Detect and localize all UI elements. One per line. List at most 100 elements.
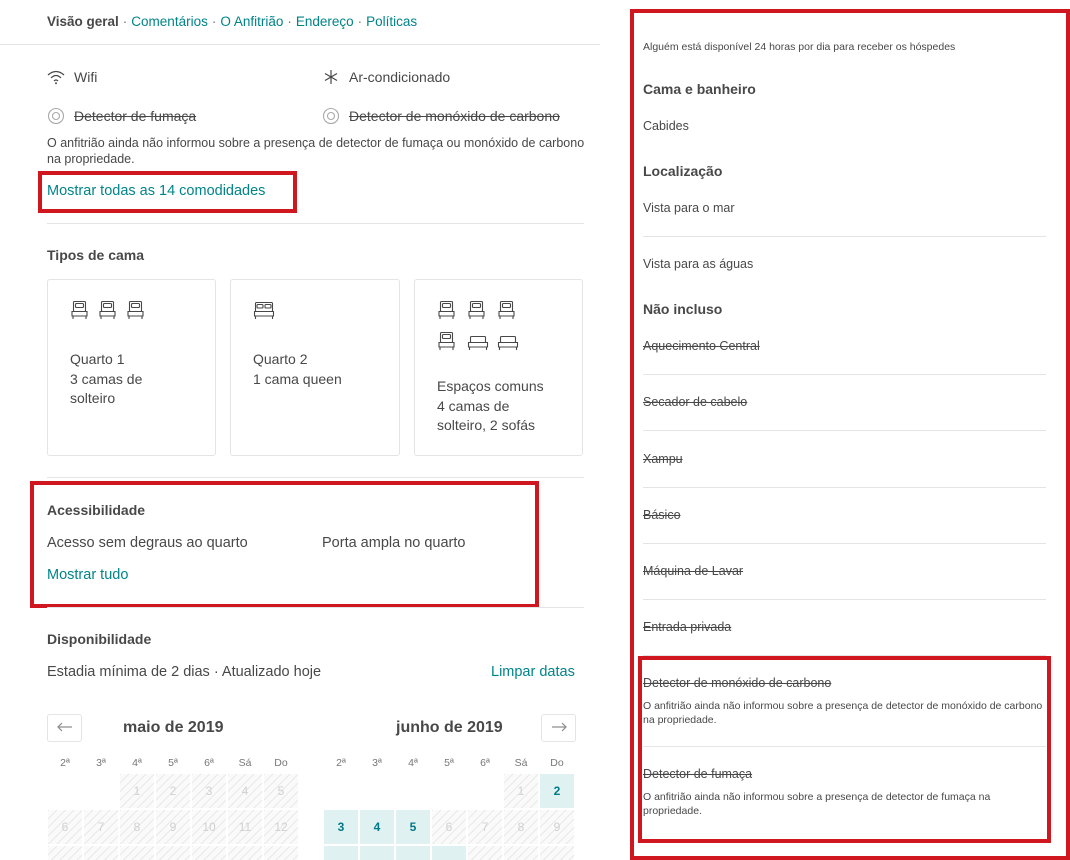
weekday-label: Sá bbox=[514, 757, 528, 769]
calendar-day-unavailable: 8 bbox=[120, 810, 154, 844]
divider bbox=[47, 223, 584, 224]
calendar-day-unavailable: 7 bbox=[84, 810, 118, 844]
calendar-day-available[interactable] bbox=[360, 846, 394, 860]
divider bbox=[47, 477, 584, 478]
bed-room-desc: 3 camas de solteiro bbox=[70, 371, 143, 406]
availability-subtitle: Estadia mínima de 2 dias · Atualizado ho… bbox=[47, 664, 322, 680]
listing-details-panel: Visão geral · Comentários · O Anfitrião · Ende… bbox=[0, 0, 600, 860]
calendar-day-unavailable: 8 bbox=[504, 810, 538, 844]
sofa-icon bbox=[497, 331, 519, 356]
single-bed-icon bbox=[497, 300, 519, 325]
arrow-right-icon bbox=[551, 719, 567, 737]
nav-separator: · bbox=[287, 14, 292, 29]
calendar-day-unavailable bbox=[156, 846, 190, 860]
single-bed-icon bbox=[126, 300, 145, 325]
smoke-detector-icon bbox=[47, 107, 65, 125]
bed-icons bbox=[437, 300, 519, 356]
prev-month-button[interactable] bbox=[47, 714, 82, 742]
weekday-label: 4ª bbox=[132, 757, 142, 769]
weekday-label: Do bbox=[550, 757, 564, 769]
bed-room-desc: 4 camas de solteiro, 2 sofás bbox=[437, 398, 536, 433]
weekday-label: 3ª bbox=[96, 757, 106, 769]
calendar-day-unavailable: 6 bbox=[432, 810, 466, 844]
bed-icons bbox=[70, 300, 145, 325]
month-title: junho de 2019 bbox=[396, 719, 503, 736]
month-title: maio de 2019 bbox=[123, 719, 224, 736]
calendar-day-unavailable bbox=[228, 846, 262, 860]
single-bed-icon bbox=[437, 331, 459, 356]
bed-room-name: Quarto 1 bbox=[70, 351, 125, 367]
calendar-day-unavailable: 11 bbox=[228, 810, 262, 844]
calendar-day-available[interactable] bbox=[432, 846, 466, 860]
bed-room-name: Espaços comuns bbox=[437, 378, 544, 394]
weekday-label: 6ª bbox=[204, 757, 214, 769]
highlight-box bbox=[38, 171, 297, 213]
nav-separator: · bbox=[211, 14, 217, 29]
amenity-wifi: Wifi bbox=[47, 68, 97, 86]
bed-types-title: Tipos de cama bbox=[47, 247, 145, 263]
bed-card-room-2: Quarto 2 1 cama queen bbox=[230, 279, 400, 456]
detector-note: O anfitrião ainda não informou sobre a p… bbox=[47, 136, 585, 166]
calendar-day-unavailable: 2 bbox=[156, 774, 190, 808]
calendar-day-unavailable bbox=[504, 846, 538, 860]
weekday-label: 5ª bbox=[444, 757, 454, 769]
calendar-day-unavailable bbox=[192, 846, 226, 860]
weekday-label: 2ª bbox=[336, 757, 346, 769]
bed-card-room-1: Quarto 1 3 camas de solteiro bbox=[47, 279, 216, 456]
calendar-day-available[interactable]: 5 bbox=[396, 810, 430, 844]
calendar-day-unavailable: 1 bbox=[120, 774, 154, 808]
nav-overview[interactable]: Visão geral bbox=[47, 14, 119, 29]
weekday-label: 2ª bbox=[60, 757, 70, 769]
calendar-day-unavailable bbox=[540, 846, 574, 860]
amenity-label: Detector de fumaça bbox=[74, 108, 197, 124]
amenity-label: Detector de monóxido de carbono bbox=[349, 108, 560, 124]
single-bed-icon bbox=[70, 300, 89, 325]
wifi-icon bbox=[47, 68, 65, 86]
bed-room-desc: 1 cama queen bbox=[253, 371, 342, 387]
calendar-day-unavailable: 6 bbox=[48, 810, 82, 844]
weekday-label: 3ª bbox=[372, 757, 382, 769]
calendar-day-unavailable bbox=[468, 846, 502, 860]
section-nav: Visão geral · Comentários · O Anfitrião · Ende… bbox=[47, 14, 417, 29]
calendar-day-unavailable: 10 bbox=[192, 810, 226, 844]
calendar-day-unavailable bbox=[84, 846, 118, 860]
next-month-button[interactable] bbox=[541, 714, 576, 742]
divider bbox=[47, 607, 584, 608]
amenity-co-detector: Detector de monóxido de carbono bbox=[322, 107, 560, 125]
clear-dates-link[interactable]: Limpar datas bbox=[491, 664, 575, 680]
amenity-ac: Ar-condicionado bbox=[322, 68, 450, 86]
weekday-label: Sá bbox=[238, 757, 252, 769]
weekday-label: 4ª bbox=[408, 757, 418, 769]
calendar-day-available[interactable]: 3 bbox=[324, 810, 358, 844]
calendar-day-available[interactable]: 4 bbox=[360, 810, 394, 844]
nav-comments[interactable]: Comentários bbox=[131, 14, 208, 29]
highlight-box bbox=[30, 481, 539, 608]
highlight-box bbox=[630, 9, 1070, 860]
nav-host[interactable]: O Anfitrião bbox=[220, 14, 283, 29]
amenity-smoke-detector: Detector de fumaça bbox=[47, 107, 196, 125]
nav-policies[interactable]: Políticas bbox=[366, 14, 417, 29]
weekday-label: 5ª bbox=[168, 757, 178, 769]
calendar-day-unavailable: 9 bbox=[156, 810, 190, 844]
weekday-label: 6ª bbox=[480, 757, 490, 769]
calendar-day-available[interactable] bbox=[396, 846, 430, 860]
sofa-icon bbox=[467, 331, 489, 356]
nav-address[interactable]: Endereço bbox=[296, 14, 354, 29]
nav-separator: · bbox=[357, 14, 363, 29]
arrow-left-icon bbox=[56, 719, 73, 737]
calendar-day-unavailable: 1 bbox=[504, 774, 538, 808]
single-bed-icon bbox=[98, 300, 117, 325]
amenity-label: Wifi bbox=[74, 69, 98, 85]
calendar-day-unavailable: 4 bbox=[228, 774, 262, 808]
single-bed-icon bbox=[467, 300, 489, 325]
bed-icons bbox=[253, 300, 275, 325]
calendar-day-unavailable: 12 bbox=[264, 810, 298, 844]
calendar-day-unavailable: 7 bbox=[468, 810, 502, 844]
amenities-modal-panel: Alguém está disponível 24 horas por dia … bbox=[630, 8, 1070, 860]
calendar-day-available[interactable]: 2 bbox=[540, 774, 574, 808]
calendar-day-unavailable: 3 bbox=[192, 774, 226, 808]
bed-card-common-areas: Espaços comuns 4 camas de solteiro, 2 so… bbox=[414, 279, 583, 456]
calendar-day-unavailable: 9 bbox=[540, 810, 574, 844]
calendar-day-unavailable: 5 bbox=[264, 774, 298, 808]
calendar-day-available[interactable] bbox=[324, 846, 358, 860]
